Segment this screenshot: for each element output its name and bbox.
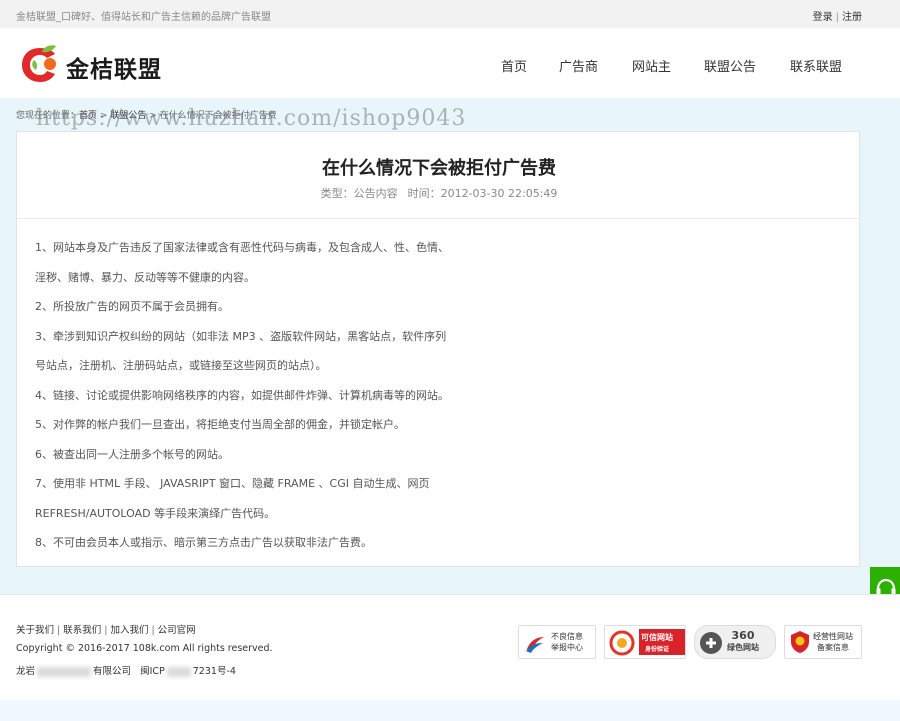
article-card: 在什么情况下会被拒付广告费 类型：公告内容 时间：2012-03-30 22:05…: [16, 131, 860, 567]
breadcrumb: 您现在的位置：首页 > 联盟公告 > 在什么情况下会被拒付广告费: [16, 108, 277, 121]
badge-trusted-line2: 身份验证: [644, 646, 669, 653]
badge-360-green[interactable]: 360 绿色网站: [694, 625, 776, 659]
nav-announcements[interactable]: 联盟公告: [704, 56, 756, 75]
footer-link-official[interactable]: 公司官网: [158, 625, 196, 636]
title-divider: [17, 218, 859, 219]
trusted-site-icon: [609, 630, 635, 656]
logo-kumquat-icon: [22, 45, 56, 82]
site-header: 金桔联盟 首页 广告商 网站主 联盟公告 联系联盟: [0, 28, 900, 98]
breadcrumb-home[interactable]: 首页: [79, 111, 97, 121]
breadcrumb-prefix: 您现在的位置：: [16, 111, 80, 121]
company-prefix: 龙岩: [16, 666, 36, 677]
article-line: REFRESH/AUTOLOAD 等手段来演绎广告代码。: [35, 506, 276, 520]
article-line: 4、链接、讨论或提供影响网络秩序的内容，如提供邮件炸弹、计算机病毒等的网站。: [35, 388, 449, 402]
site-footer: 关于我们 | 联系我们 | 加入我们 | 公司官网 Copyright © 2016-201…: [0, 594, 900, 700]
badge-report-center[interactable]: 不良信息 举报中心: [518, 625, 596, 659]
footer-link-about[interactable]: 关于我们: [16, 625, 54, 636]
badge-report-line1: 不良信息: [551, 632, 583, 641]
footer-link-contact[interactable]: 联系我们: [63, 625, 101, 636]
register-link[interactable]: 注册: [842, 12, 862, 23]
bottom-strip: [0, 700, 900, 721]
badge-report-line2: 举报中心: [551, 643, 583, 652]
nav-advertisers[interactable]: 广告商: [559, 56, 598, 75]
icp-prefix: 闽ICP: [140, 666, 165, 677]
article-title: 在什么情况下会被拒付广告费: [322, 158, 556, 179]
nav-publishers[interactable]: 网站主: [632, 56, 671, 75]
site-logo[interactable]: 金桔联盟: [20, 44, 190, 84]
footer-link-join[interactable]: 加入我们: [110, 625, 148, 636]
footer-links: 关于我们 | 联系我们 | 加入我们 | 公司官网: [16, 625, 196, 636]
company-info: 龙岩 有限公司 闽ICP 7231号-4: [16, 663, 236, 677]
main-content: 您现在的位置：首页 > 联盟公告 > 在什么情况下会被拒付广告费 https:/…: [0, 98, 900, 594]
article-line: 8、不可由会员本人或指示、暗示第三方点击广告以获取非法广告费。: [35, 536, 372, 549]
badge-360-line2: 绿色网站: [727, 643, 759, 652]
article-line: 淫秽、赌博、暴力、反动等等不健康的内容。: [35, 270, 255, 284]
badge-business-record[interactable]: 经营性网站 备案信息: [784, 625, 862, 659]
article-line: 5、对作弊的帐户我们一旦查出，将拒绝支付当周全部的佣金，并锁定帐户。: [35, 418, 405, 431]
article-type: 类型：公告内容: [320, 187, 398, 200]
article-time: 时间：2012-03-30 22:05:49: [407, 187, 558, 200]
nav-home[interactable]: 首页: [501, 56, 527, 75]
login-link[interactable]: 登录: [813, 12, 833, 23]
article-line: 3、牵涉到知识产权纠纷的网站（如非法 MP3 、盗版软件网站，黑客站点，软件序列: [35, 329, 447, 343]
badge-trusted-site[interactable]: 可信网站 身份验证: [604, 625, 686, 659]
copyright-text: Copyright © 2016-2017 108k.com All right…: [16, 643, 273, 654]
police-badge-icon: [791, 631, 809, 653]
article-line: 2、所投放广告的网页不属于会员拥有。: [35, 300, 229, 313]
breadcrumb-section[interactable]: 联盟公告: [110, 111, 146, 121]
article-line: 1、网站本身及广告违反了国家法律或含有恶性代码与病毒，及包含成人、性、色情、: [35, 241, 449, 254]
article-meta: 类型：公告内容 时间：2012-03-30 22:05:49: [17, 185, 861, 201]
article-line: 7、使用非 HTML 手段、 JAVASRIPT 窗口、隐藏 FRAME 、CG…: [35, 477, 430, 490]
company-suffix: 有限公司: [93, 666, 132, 677]
nav-contact[interactable]: 联系联盟: [790, 56, 842, 75]
badge-360-line1: 360: [731, 629, 755, 642]
auth-links: 登录 | 注册: [813, 8, 862, 23]
article-line: 号站点，注册机、注册码站点，或链接至这些网页的站点）。: [35, 359, 327, 372]
badge-record-line2: 备案信息: [817, 643, 849, 652]
360-shield-icon: [700, 632, 722, 654]
breadcrumb-current: 在什么情况下会被拒付广告费: [159, 111, 277, 121]
top-bar: 金桔联盟_口碑好、值得站长和广告主信赖的品牌广告联盟 登录 | 注册: [0, 0, 900, 28]
auth-separator: |: [835, 12, 839, 23]
article-line: 6、被查出同一人注册多个帐号的网站。: [35, 447, 229, 461]
site-slogan: 金桔联盟_口碑好、值得站长和广告主信赖的品牌广告联盟: [16, 12, 271, 23]
breadcrumb-arrow: >: [149, 111, 157, 121]
icp-suffix: 7231号-4: [192, 666, 236, 677]
article-body: 1、网站本身及广告违反了国家法律或含有恶性代码与病毒，及包含成人、性、色情、 淫…: [35, 240, 835, 565]
badge-trusted-line1: 可信网站: [641, 633, 673, 642]
report-center-icon: [526, 637, 544, 653]
badge-record-line1: 经营性网站: [813, 632, 853, 641]
breadcrumb-arrow: >: [99, 111, 108, 121]
logo-text: 金桔联盟: [66, 57, 162, 83]
